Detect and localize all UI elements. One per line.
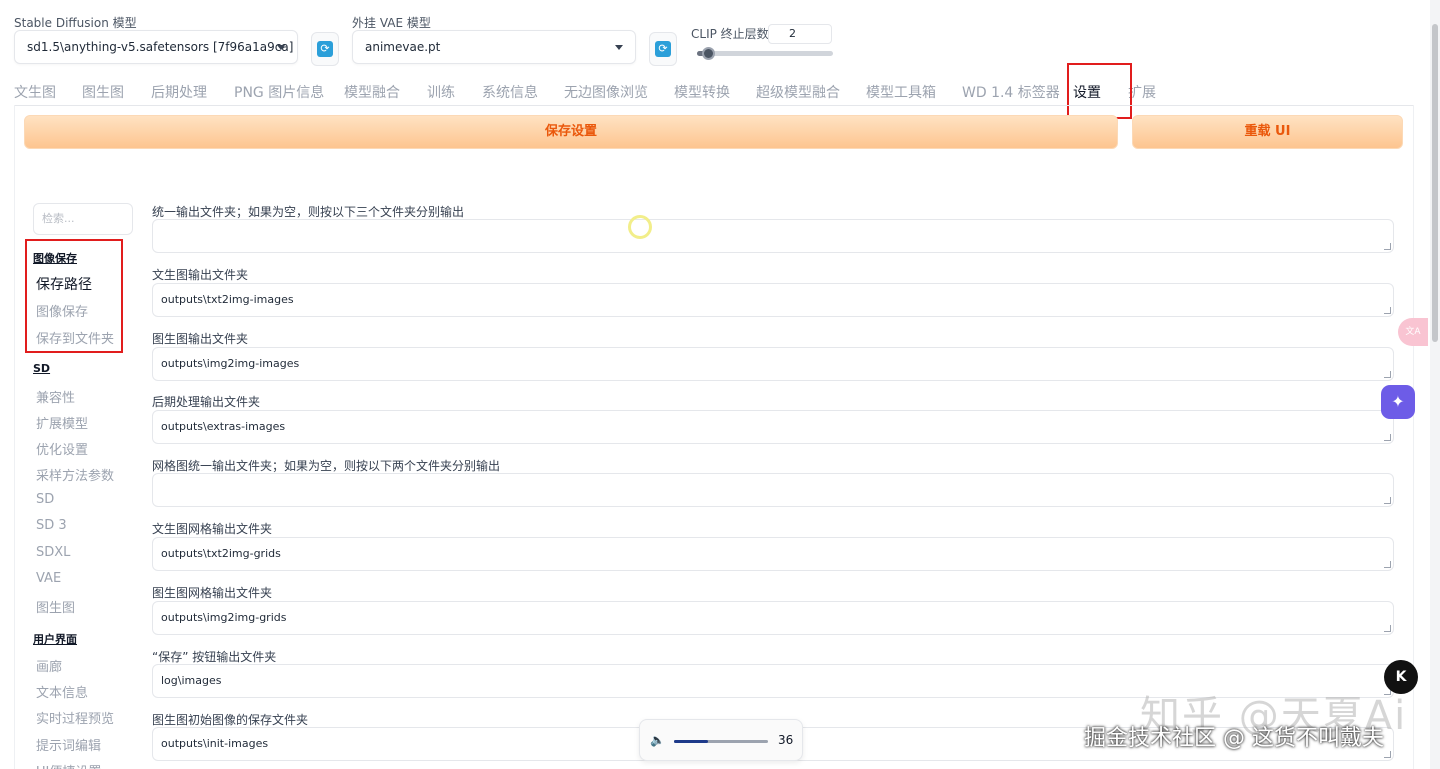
field-label: 网格图统一输出文件夹；如果为空，则按以下两个文件夹分别输出	[152, 459, 501, 473]
refresh-icon: ⟳	[655, 41, 671, 57]
volume-value: 36	[778, 733, 794, 747]
field-label: 图生图网格输出文件夹	[152, 586, 273, 600]
field-textbox[interactable]: outputs\txt2img-grids	[152, 537, 1394, 571]
field-label: 图生图初始图像的保存文件夹	[152, 713, 309, 727]
page-scrollbar-thumb[interactable]	[1432, 24, 1438, 342]
chevron-down-icon	[277, 45, 285, 50]
field-value: outputs\txt2img-grids	[161, 547, 281, 560]
field-label: 文生图网格输出文件夹	[152, 522, 273, 536]
field-textbox[interactable]: outputs\img2img-images	[152, 347, 1394, 381]
watermark-juejin: 掘金技术社区 @ 这货不叫戴夫	[1084, 726, 1384, 751]
clip-skip-label: CLIP 终止层数	[691, 27, 769, 41]
sidebar-item[interactable]: 图生图	[36, 597, 75, 616]
tab-4[interactable]: 模型融合	[344, 80, 400, 106]
resize-grip-icon[interactable]	[1384, 371, 1391, 378]
sidebar-item[interactable]: SD 3	[36, 518, 67, 533]
tab-3[interactable]: PNG 图片信息	[234, 80, 324, 106]
tab-1[interactable]: 图生图	[82, 80, 124, 106]
field-label: 图生图输出文件夹	[152, 332, 249, 346]
resize-grip-icon[interactable]	[1384, 625, 1391, 632]
sidebar-item[interactable]: 采样方法参数	[36, 465, 114, 484]
sidebar-item[interactable]: 优化设置	[36, 439, 88, 458]
sd-model-value: sd1.5\anything-v5.safetensors [7f96a1a9c…	[27, 40, 294, 54]
sidebar-item[interactable]: 画廊	[36, 656, 62, 675]
sidebar-item[interactable]: 提示词编辑	[36, 735, 101, 754]
tab-0[interactable]: 文生图	[14, 80, 56, 106]
ai-assistant-icon[interactable]: ✦	[1381, 385, 1415, 419]
resize-grip-icon[interactable]	[1384, 307, 1391, 314]
tab-8[interactable]: 模型转换	[674, 80, 730, 106]
resize-grip-icon[interactable]	[1384, 497, 1391, 504]
sidebar-item[interactable]: SDXL	[36, 545, 70, 560]
vae-model-value: animevae.pt	[365, 40, 441, 54]
vae-model-label: 外挂 VAE 模型	[352, 16, 431, 30]
sidebar-group-title[interactable]: SD	[33, 362, 50, 375]
settings-page: Stable Diffusion 模型 sd1.5\anything-v5.sa…	[0, 0, 1440, 769]
volume-control[interactable]: 🔈 36	[639, 719, 803, 761]
clip-skip-slider-thumb[interactable]	[702, 47, 715, 60]
field-label: 统一输出文件夹；如果为空，则按以下三个文件夹分别输出	[152, 205, 465, 219]
tab-11[interactable]: WD 1.4 标签器	[962, 80, 1060, 106]
field-label: 文生图输出文件夹	[152, 268, 249, 282]
field-textbox[interactable]	[152, 219, 1394, 253]
save-settings-button[interactable]: 保存设置	[24, 115, 1118, 149]
translate-icon[interactable]: 文A	[1398, 318, 1428, 346]
sidebar-item[interactable]: 兼容性	[36, 387, 75, 406]
volume-slider-fill	[674, 740, 708, 743]
field-value: outputs\txt2img-images	[161, 293, 294, 306]
field-value: log\images	[161, 674, 222, 687]
reload-ui-button[interactable]: 重载 UI	[1132, 115, 1403, 149]
tab-5[interactable]: 训练	[427, 80, 455, 106]
refresh-icon: ⟳	[317, 41, 333, 57]
tab-9[interactable]: 超级模型融合	[756, 80, 840, 106]
sd-model-label: Stable Diffusion 模型	[14, 16, 137, 30]
sidebar-item[interactable]: SD	[36, 492, 54, 507]
field-label: “保存” 按钮输出文件夹	[152, 650, 277, 664]
field-textbox[interactable]: outputs\extras-images	[152, 410, 1394, 444]
resize-grip-icon[interactable]	[1384, 751, 1391, 758]
field-textbox[interactable]: outputs\txt2img-images	[152, 283, 1394, 317]
sidebar-item[interactable]: 文本信息	[36, 682, 88, 701]
settings-search-input[interactable]: 检索...	[33, 203, 133, 235]
clip-skip-number-input[interactable]: 2	[768, 24, 832, 44]
tab-13[interactable]: 扩展	[1128, 80, 1156, 106]
field-textbox[interactable]	[152, 473, 1394, 507]
chevron-down-icon	[615, 45, 623, 50]
sidebar-item[interactable]: 扩展模型	[36, 413, 88, 432]
vae-model-dropdown[interactable]: animevae.pt	[352, 30, 636, 64]
resize-grip-icon[interactable]	[1384, 243, 1391, 250]
field-textbox[interactable]: outputs\img2img-grids	[152, 601, 1394, 635]
field-label: 后期处理输出文件夹	[152, 395, 261, 409]
sd-model-dropdown[interactable]: sd1.5\anything-v5.safetensors [7f96a1a9c…	[14, 30, 298, 64]
sidebar-item[interactable]: 实时过程预览	[36, 708, 114, 727]
tab-6[interactable]: 系统信息	[482, 80, 538, 106]
field-value: outputs\extras-images	[161, 420, 286, 433]
loading-spinner-icon	[628, 215, 652, 239]
sidebar-group-title[interactable]: 用户界面	[33, 631, 77, 647]
sidebar-item[interactable]: UI便捷设置	[36, 761, 101, 769]
field-value: outputs\img2img-grids	[161, 611, 287, 624]
resize-grip-icon[interactable]	[1384, 561, 1391, 568]
field-value: outputs\img2img-images	[161, 357, 300, 370]
volume-slider[interactable]	[674, 740, 768, 743]
image-save-highlight-box	[25, 239, 123, 353]
tab-10[interactable]: 模型工具箱	[866, 80, 936, 106]
speaker-icon[interactable]: 🔈	[650, 733, 665, 747]
sd-model-refresh-button[interactable]: ⟳	[311, 32, 339, 66]
clip-skip-slider[interactable]	[697, 51, 833, 56]
vae-refresh-button[interactable]: ⟳	[649, 32, 677, 66]
tab-7[interactable]: 无边图像浏览	[564, 80, 648, 106]
tab-2[interactable]: 后期处理	[151, 80, 207, 106]
field-value: outputs\init-images	[161, 737, 269, 750]
resize-grip-icon[interactable]	[1384, 434, 1391, 441]
sidebar-item[interactable]: VAE	[36, 571, 61, 586]
